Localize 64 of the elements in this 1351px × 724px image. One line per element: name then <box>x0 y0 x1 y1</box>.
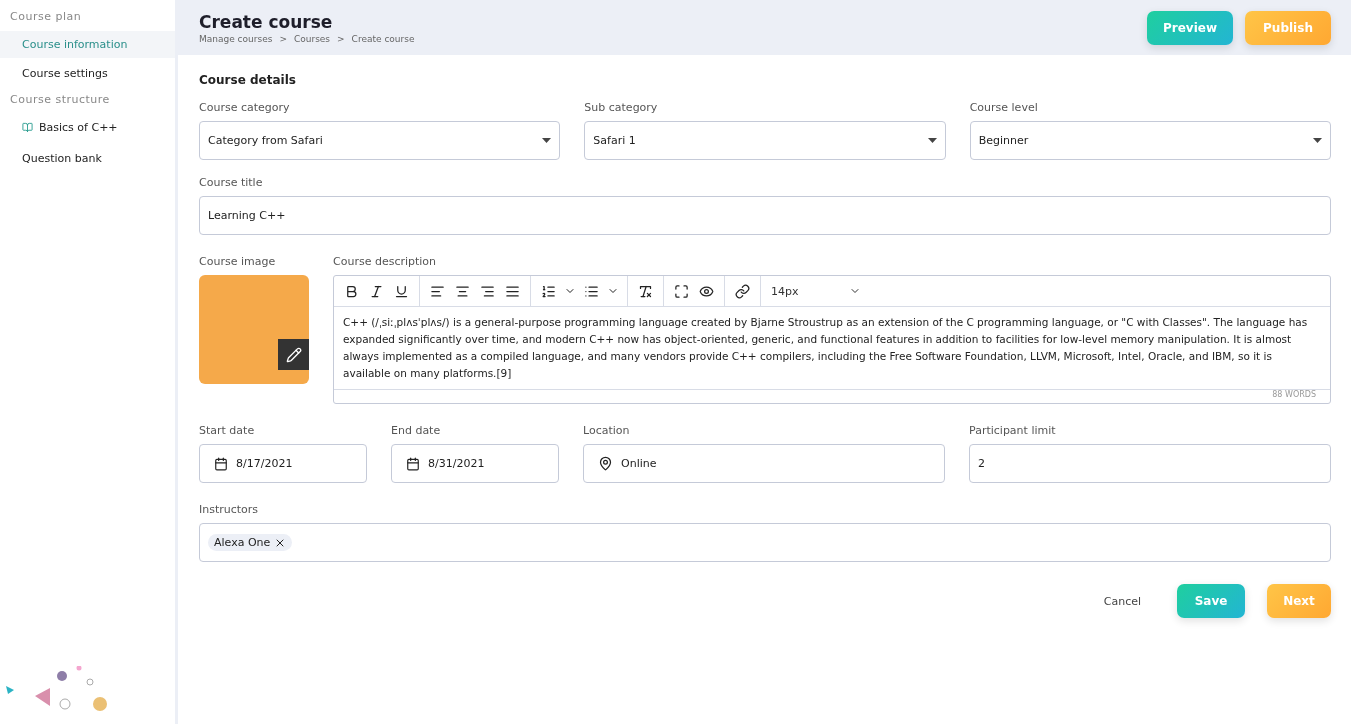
sidebar-heading: Course structure <box>9 92 111 108</box>
select-field[interactable]: Category from Safari <box>199 121 561 160</box>
fullscreen-icon <box>674 283 689 299</box>
dropdown-caret-icon <box>1313 138 1322 143</box>
field-value: 8/31/2021 <box>428 457 485 470</box>
field-value: Online <box>621 457 657 470</box>
breadcrumb-link[interactable]: Manage courses <box>199 33 273 44</box>
field-label: Course title <box>199 176 264 189</box>
field-label: Course level <box>969 101 1039 114</box>
input-field[interactable]: 2 <box>969 444 1331 483</box>
sidebar-heading: Course plan <box>9 9 83 25</box>
field-label: Course description <box>333 255 438 268</box>
tag-input-field[interactable]: Alexa One <box>199 523 1331 562</box>
description-text[interactable]: C++ (/ˌsiːˌplʌsˈplʌs/) is a general-purpose programming language created by Bjarne Stroustrup as an extension of the C programming language, or "C with Classes". The language has expanded significantly over time, and modern C++ now has object-oriented, generic, and functional features in addition to facilities for low-level memory manipulation. It is almost always implemented as a compiled language, and many vendors provide C++ compilers, including the Free Software Foundation, LLVM, Microsoft, Intel, Oracle, and IBM, so it is available on many platforms.[9] <box>334 307 1330 389</box>
underline-icon <box>394 283 409 299</box>
calendar-icon <box>214 456 228 471</box>
breadcrumb-separator: > <box>337 33 345 44</box>
numbered-list-icon <box>541 283 556 299</box>
sidebar-item[interactable]: Basics of C++ <box>0 114 175 141</box>
field-label: Location <box>583 424 631 437</box>
field-label: Instructors <box>199 503 260 516</box>
field-label: Sub category <box>584 101 659 114</box>
field-label: Course category <box>199 101 291 114</box>
field-label: Participant limit <box>969 424 1057 437</box>
page-title: Create course <box>199 11 334 32</box>
sidebar-item[interactable]: Course information <box>0 31 175 58</box>
instructor-tag: Alexa One <box>208 534 293 551</box>
font-size-select[interactable]: 14px <box>761 276 871 306</box>
select-field[interactable]: Safari 1 <box>584 121 946 160</box>
field-label: End date <box>391 424 442 437</box>
align-right-icon <box>480 283 495 299</box>
breadcrumb-separator: > <box>279 33 287 44</box>
sidebar-item[interactable]: Question bank <box>0 145 175 172</box>
align-center-icon <box>455 283 470 299</box>
pencil-icon <box>285 346 302 363</box>
field-label: Course image <box>199 255 277 268</box>
field-label: Start date <box>199 424 256 437</box>
align-justify-icon <box>505 283 520 299</box>
align-left-icon <box>430 283 445 299</box>
input-field[interactable]: 8/31/2021 <box>391 444 559 483</box>
field-value: 8/17/2021 <box>236 457 293 470</box>
word-count: 88 WORDS <box>334 389 1330 403</box>
edit-image-button[interactable] <box>278 339 309 370</box>
select-field[interactable]: Beginner <box>969 121 1331 160</box>
section-title: Course details <box>199 73 297 87</box>
link-icon <box>735 283 750 299</box>
cancel-button[interactable]: Cancel <box>1097 593 1147 609</box>
dropdown-caret-icon <box>927 138 937 143</box>
breadcrumb-link[interactable]: Courses <box>293 33 331 44</box>
dropdown-caret-icon <box>542 138 552 143</box>
input-field[interactable]: Online <box>583 444 945 483</box>
clear-format-icon <box>638 283 653 299</box>
eye-icon <box>699 283 714 299</box>
italic-icon <box>369 283 384 299</box>
bullet-list-icon <box>584 283 599 299</box>
input-field[interactable]: Learning C++ <box>199 196 1331 235</box>
sidebar-item-label: Basics of C++ <box>39 121 118 134</box>
input-field[interactable]: 8/17/2021 <box>199 444 367 483</box>
book-icon <box>22 122 33 133</box>
calendar-icon <box>406 456 420 471</box>
bold-icon <box>344 283 359 299</box>
map-pin-icon <box>598 456 613 471</box>
link-button[interactable] <box>733 281 752 301</box>
sidebar-item[interactable]: Course settings <box>0 60 175 87</box>
